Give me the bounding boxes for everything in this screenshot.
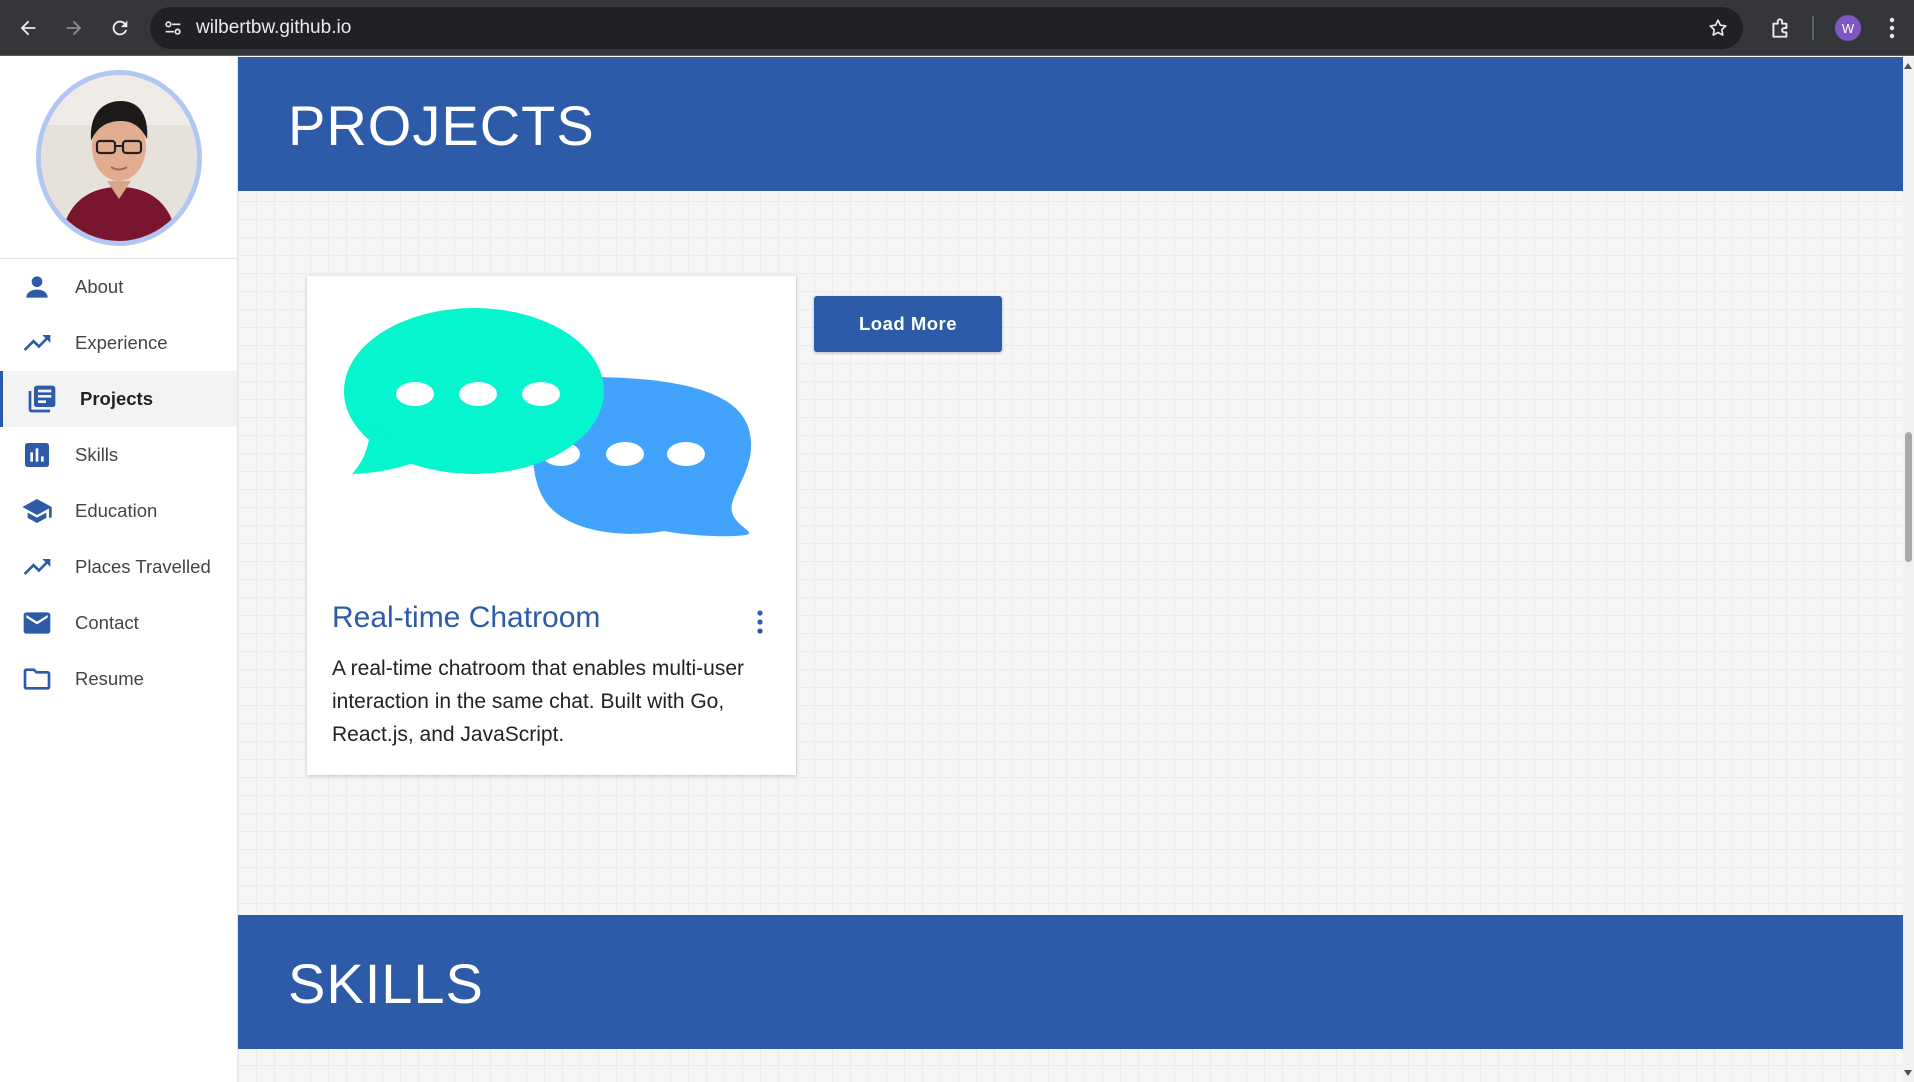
toolbar-divider bbox=[1812, 16, 1814, 40]
arrow-right-icon bbox=[66, 20, 82, 35]
sidebar-item-places-travelled[interactable]: Places Travelled bbox=[0, 539, 237, 595]
reload-icon bbox=[112, 20, 128, 35]
project-title[interactable]: Real-time Chatroom bbox=[332, 601, 600, 635]
sidebar-item-label: Contact bbox=[75, 612, 139, 633]
sidebar-nav: About Experience Projects Skills Educati… bbox=[0, 259, 237, 707]
sidebar-item-label: Education bbox=[75, 500, 158, 521]
address-bar[interactable]: wilbertbw.github.io bbox=[150, 7, 1743, 49]
avatar bbox=[35, 69, 202, 246]
skills-header: SKILLS bbox=[238, 915, 1904, 1049]
browser-menu-icon[interactable] bbox=[1880, 14, 1904, 42]
arrow-left-icon bbox=[20, 20, 36, 35]
sidebar-item-label: Skills bbox=[75, 444, 119, 465]
sidebar-item-about[interactable]: About bbox=[0, 259, 237, 315]
project-description: A real-time chatroom that enables multi-… bbox=[332, 657, 745, 746]
site-settings-icon[interactable] bbox=[162, 17, 184, 39]
back-button[interactable] bbox=[6, 6, 50, 50]
project-card[interactable]: Real-time Chatroom A real-time chatroom … bbox=[307, 276, 796, 775]
forward-button[interactable] bbox=[52, 6, 96, 50]
sidebar-item-label: About bbox=[75, 276, 124, 297]
section-title: SKILLS bbox=[288, 952, 484, 1015]
person-icon bbox=[20, 270, 54, 304]
browser-toolbar: wilbertbw.github.io W bbox=[0, 0, 1914, 56]
chat-bubbles-icon bbox=[344, 308, 752, 537]
section-title: PROJECTS bbox=[288, 94, 595, 157]
mail-icon bbox=[20, 606, 54, 640]
sidebar-item-contact[interactable]: Contact bbox=[0, 595, 237, 651]
scroll-up-arrow[interactable] bbox=[1904, 63, 1912, 69]
sidebar-item-skills[interactable]: Skills bbox=[0, 427, 237, 483]
projects-header: PROJECTS bbox=[238, 57, 1904, 191]
bookmark-star-icon[interactable] bbox=[1707, 17, 1729, 39]
sidebar-item-label: Resume bbox=[75, 668, 144, 689]
library-books-icon bbox=[25, 382, 59, 416]
sidebar-item-label: Projects bbox=[80, 388, 154, 409]
load-more-button[interactable]: Load More bbox=[814, 296, 1002, 352]
folder-icon bbox=[20, 662, 54, 696]
page-scrollbar[interactable] bbox=[1903, 57, 1914, 1082]
school-icon bbox=[20, 494, 54, 528]
profile-avatar[interactable]: W bbox=[1835, 15, 1861, 41]
sidebar: About Experience Projects Skills Educati… bbox=[0, 57, 238, 1082]
profile-photo bbox=[40, 74, 197, 241]
extensions-icon[interactable] bbox=[1768, 15, 1794, 41]
sidebar-item-education[interactable]: Education bbox=[0, 483, 237, 539]
sidebar-item-label: Experience bbox=[75, 332, 168, 353]
scrollbar-thumb[interactable] bbox=[1905, 432, 1912, 562]
sidebar-item-experience[interactable]: Experience bbox=[0, 315, 237, 371]
profile-photo-area bbox=[0, 57, 237, 259]
sidebar-item-resume[interactable]: Resume bbox=[0, 651, 237, 707]
reload-button[interactable] bbox=[98, 6, 142, 50]
trending-up-icon bbox=[20, 326, 54, 360]
main-content: PROJECTS Real-time Chatroom A real-time … bbox=[238, 57, 1904, 1082]
sidebar-item-projects[interactable]: Projects bbox=[0, 371, 237, 427]
trending-up-icon bbox=[20, 550, 54, 584]
more-vert-icon[interactable] bbox=[753, 609, 767, 635]
bar-chart-icon bbox=[20, 438, 54, 472]
scroll-down-arrow[interactable] bbox=[1904, 1070, 1912, 1076]
url-text[interactable]: wilbertbw.github.io bbox=[196, 17, 351, 39]
sidebar-item-label: Places Travelled bbox=[75, 556, 211, 577]
